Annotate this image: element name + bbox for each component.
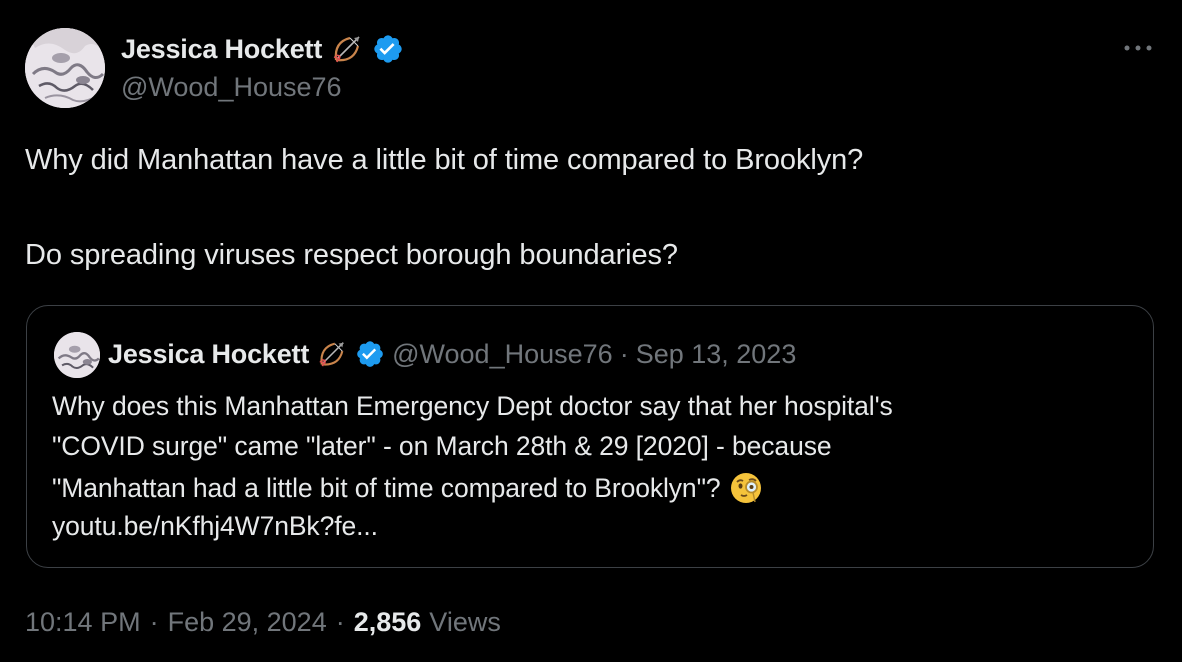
quoted-author-handle: @Wood_House76 (392, 338, 613, 369)
author-avatar[interactable] (25, 28, 105, 108)
quoted-tweet[interactable]: Jessica Hockett @Wood_House76 · Sep 13, … (26, 305, 1154, 568)
quoted-text-segment: "Manhattan had a little bit of time comp… (52, 472, 721, 503)
tweet-text-line: Why did Manhattan have a little bit of t… (25, 144, 864, 176)
author-handle[interactable]: @Wood_House76 (121, 72, 342, 103)
more-icon (1122, 39, 1154, 57)
verified-badge-icon[interactable] (372, 33, 404, 65)
author-display-name[interactable]: Jessica Hockett (121, 34, 322, 65)
quoted-text-line: Why does this Manhattan Emergency Dept d… (52, 391, 893, 421)
quoted-author-name: Jessica Hockett (108, 338, 310, 369)
tweet-date[interactable]: Feb 29, 2024 (168, 607, 327, 638)
author-name-row: Jessica Hockett (121, 30, 404, 68)
quoted-text-line: "COVID surge" came "later" - on March 28… (52, 431, 832, 461)
quoted-tweet-date: Sep 13, 2023 (635, 338, 797, 369)
bow-and-arrow-icon (316, 338, 348, 370)
tweet-meta: 10:14 PM · Feb 29, 2024 · 2,856 Views (25, 607, 501, 638)
face-with-monocle-icon (729, 471, 763, 505)
separator-dot: · (335, 607, 345, 637)
quoted-text-line-with-emoji: "Manhattan had a little bit of time comp… (52, 471, 763, 505)
quoted-link[interactable]: youtu.be/nKfhj4W7nBk?fe... (52, 511, 378, 542)
quoted-tweet-header: Jessica Hockett @Wood_House76 · Sep 13, … (108, 334, 796, 374)
separator-dot: · (149, 607, 159, 637)
tweet: Jessica Hockett @Wood_House76 Why did Ma… (0, 0, 1182, 662)
avatar-image (54, 332, 100, 378)
quoted-author-avatar (54, 332, 100, 378)
tweet-time[interactable]: 10:14 PM (25, 607, 141, 638)
more-options-button[interactable] (1118, 34, 1158, 62)
avatar-image (25, 28, 105, 108)
views-count: 2,856 (353, 607, 422, 637)
tweet-text-line: Do spreading viruses respect borough bou… (25, 239, 678, 271)
verified-badge-icon (355, 339, 385, 369)
bow-and-arrow-icon (330, 32, 364, 66)
separator-dot: · (619, 338, 629, 369)
views-label: Views (429, 607, 501, 637)
